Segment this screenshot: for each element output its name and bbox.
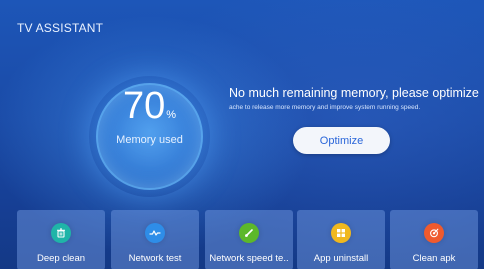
tile-network-speed-test[interactable]: Network speed te.. <box>205 210 293 269</box>
memory-value: 70 <box>122 85 166 127</box>
tile-label: Clean apk <box>412 253 456 264</box>
tile-label: Network speed te.. <box>209 253 289 264</box>
grid-icon <box>331 223 351 243</box>
memory-percentage: 70% <box>96 86 203 135</box>
tile-deep-clean[interactable]: Deep clean <box>17 210 105 269</box>
optimize-button[interactable]: Optimize <box>293 127 390 154</box>
tile-label: App uninstall <box>313 253 369 264</box>
memory-warning-subtitle: ache to release more memory and improve … <box>229 104 421 111</box>
tile-network-test[interactable]: Network test <box>111 210 199 269</box>
tv-assistant-screen: TV ASSISTANT 70% Memory used No much rem… <box>0 0 484 269</box>
memory-unit: % <box>166 109 177 121</box>
app-title: TV ASSISTANT <box>17 21 104 35</box>
target-icon <box>424 223 444 243</box>
tile-clean-apk[interactable]: Clean apk <box>390 210 478 269</box>
trash-icon <box>51 223 71 243</box>
tile-label: Deep clean <box>36 253 86 264</box>
memory-warning-title: No much remaining memory, please optimiz… <box>229 86 479 100</box>
pulse-icon <box>145 223 165 243</box>
tile-app-uninstall[interactable]: App uninstall <box>297 210 385 269</box>
tile-label: Network test <box>128 253 182 264</box>
memory-label: Memory used <box>116 134 183 146</box>
speed-icon <box>239 223 259 243</box>
